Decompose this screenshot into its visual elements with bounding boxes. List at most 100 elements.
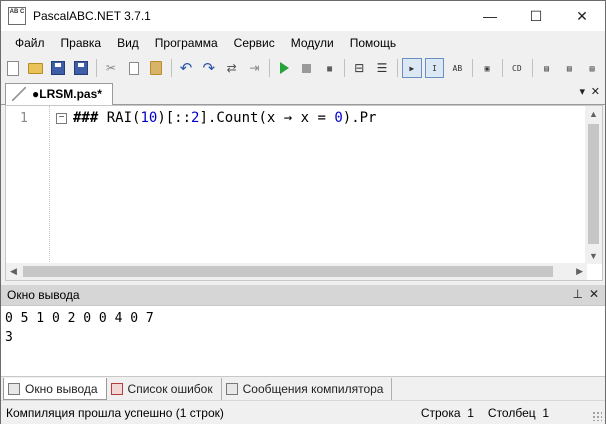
code-token: 10 (140, 110, 158, 126)
redo-icon[interactable]: ↷ (199, 58, 219, 78)
run-icon[interactable] (274, 58, 294, 78)
tab-compiler-messages[interactable]: Сообщения компилятора (222, 378, 393, 400)
menu-service[interactable]: Сервис (226, 36, 283, 50)
vertical-scroll-thumb[interactable] (588, 124, 599, 244)
close-button[interactable]: ✕ (559, 1, 605, 31)
window-title: PascalABC.NET 3.7.1 (33, 9, 151, 23)
menu-file[interactable]: Файл (7, 36, 53, 50)
title-bar: AB C PascalABC.NET 3.7.1 — ☐ ✕ (1, 1, 605, 31)
menu-bar: Файл Правка Вид Программа Сервис Модули … (1, 31, 605, 55)
code-token: ].Count(x → x = (199, 110, 335, 126)
debug-icon[interactable]: ⊟ (349, 58, 369, 78)
error-list-icon (110, 383, 123, 395)
output-line: 3 (5, 330, 13, 345)
toolbar-separator (531, 59, 533, 77)
step-icon[interactable]: ▦ (320, 58, 340, 78)
tab-label: Список ошибок (127, 382, 213, 396)
scroll-up-icon[interactable]: ▲ (589, 109, 598, 119)
toolbar-separator (96, 59, 97, 77)
output-panel[interactable]: 0 5 1 0 2 0 0 4 0 7 3 (1, 305, 605, 377)
code-token: RAI( (98, 110, 141, 126)
column-value: 1 (542, 406, 549, 420)
fold-marker-icon[interactable]: − (56, 113, 67, 124)
code-token: ).Pr (342, 110, 377, 126)
tab-label: Сообщения компилятора (242, 382, 384, 396)
cursor-position: Строка 1 Столбец 1 (421, 406, 549, 420)
help-search-icon[interactable]: ▤ (582, 58, 602, 78)
output-close-icon[interactable]: ✕ (589, 287, 599, 301)
tab-output-window[interactable]: Окно вывода (3, 378, 107, 400)
toolbar-separator (269, 59, 271, 77)
column-indicator: Столбец 1 (488, 406, 549, 420)
open-folder-icon[interactable] (26, 58, 46, 78)
tab-error-list[interactable]: Список ошибок (107, 378, 222, 400)
app-icon: AB C (8, 7, 26, 25)
tab-dropdown-icon[interactable]: ▾ (579, 85, 585, 98)
scroll-left-icon[interactable]: ◀ (10, 266, 17, 277)
help-index-icon[interactable]: ▤ (559, 58, 579, 78)
code-editor[interactable]: 1 − ### RAI(10)[::2].Count(x → x = 0).Pr… (5, 105, 603, 281)
replace-icon[interactable]: ⇥ (244, 58, 264, 78)
toolbar-separator (171, 59, 173, 77)
tab-lrsm[interactable]: ●LRSM.pas* (5, 83, 113, 105)
code-token: 0 (334, 110, 343, 126)
output-panel-header: Окно вывода ⊥ ✕ (1, 285, 605, 305)
status-bar: Компиляция прошла успешно (1 строк) Стро… (1, 400, 605, 424)
horizontal-scroll-thumb[interactable] (23, 266, 553, 277)
code-token: ### (73, 110, 99, 126)
scroll-down-icon[interactable]: ▼ (589, 251, 598, 261)
tab-close-icon[interactable]: ✕ (591, 85, 600, 98)
pin-icon[interactable]: ⊥ (573, 287, 583, 301)
output-window-icon (8, 382, 20, 395)
line-gutter: 1 (6, 106, 50, 264)
code-token: )[:: (157, 110, 192, 126)
paste-icon[interactable] (146, 58, 166, 78)
code-line[interactable]: ### RAI(10)[::2].Count(x → x = 0).Pr (73, 110, 376, 126)
scroll-right-icon[interactable]: ▶ (576, 266, 583, 277)
toolbar: ✂ ↶ ↷ ⇄ ⇥ ▦ ⊟ ☰ ▶ I AB ▣ CD ▤ ▤ ▤ (1, 55, 605, 81)
menu-modules[interactable]: Модули (283, 36, 342, 50)
resize-grip-icon[interactable] (592, 411, 602, 421)
cut-icon[interactable]: ✂ (101, 58, 121, 78)
toolbar-separator (344, 59, 346, 77)
format-icon[interactable]: I (424, 58, 445, 78)
horizontal-scrollbar[interactable]: ◀ ▶ (6, 263, 587, 280)
row-indicator: Строка 1 (421, 406, 474, 420)
console-icon[interactable]: ▶ (401, 58, 422, 78)
editor-tabstrip: ●LRSM.pas* ▾ ✕ (1, 81, 605, 105)
output-icon[interactable]: ☰ (372, 58, 392, 78)
stop-icon[interactable] (297, 58, 317, 78)
code-icon[interactable]: ▣ (477, 58, 497, 78)
menu-edit[interactable]: Правка (53, 36, 110, 50)
output-panel-title: Окно вывода (7, 288, 80, 302)
save-all-icon[interactable] (71, 58, 91, 78)
bottom-tabs: Окно вывода Список ошибок Сообщения комп… (1, 378, 605, 400)
menu-program[interactable]: Программа (147, 36, 226, 50)
copy-icon[interactable] (124, 58, 144, 78)
line-number: 1 (20, 111, 28, 126)
status-message: Компиляция прошла успешно (1 строк) (6, 405, 224, 420)
maximize-button[interactable]: ☐ (513, 1, 559, 31)
toolbar-separator (396, 59, 398, 77)
tab-label: Окно вывода (25, 381, 98, 396)
menu-view[interactable]: Вид (109, 36, 147, 50)
compiler-messages-icon (225, 383, 238, 395)
save-icon[interactable] (49, 58, 69, 78)
app-window: AB C PascalABC.NET 3.7.1 — ☐ ✕ Файл Прав… (0, 0, 606, 424)
column-label: Столбец (487, 406, 536, 420)
output-line: 0 5 1 0 2 0 0 4 0 7 (5, 311, 154, 326)
new-file-icon[interactable] (3, 58, 23, 78)
toolbar-separator (472, 59, 474, 77)
vertical-scrollbar[interactable]: ▲ ▼ (585, 106, 602, 264)
window-controls: — ☐ ✕ (467, 1, 605, 31)
row-value: 1 (467, 406, 474, 420)
help-icon[interactable]: ▤ (537, 58, 557, 78)
undo-icon[interactable]: ↶ (176, 58, 196, 78)
template-icon[interactable]: CD (507, 58, 527, 78)
row-label: Строка (420, 406, 461, 420)
toolbar-separator (501, 59, 503, 77)
minimize-button[interactable]: — (467, 1, 513, 31)
menu-help[interactable]: Помощь (342, 36, 404, 50)
compile-icon[interactable]: AB (447, 58, 467, 78)
find-icon[interactable]: ⇄ (222, 58, 242, 78)
